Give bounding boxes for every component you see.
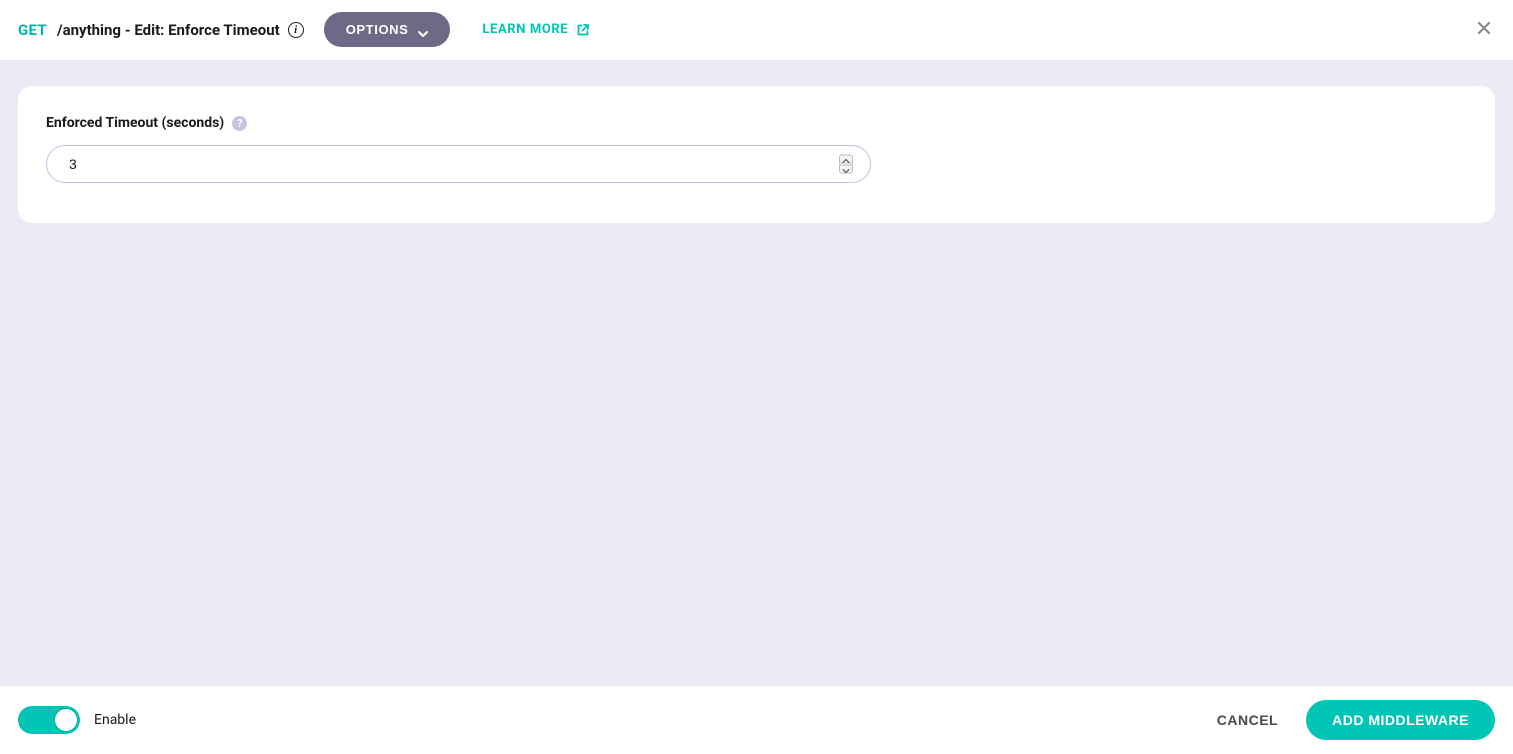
dialog-body: Enforced Timeout (seconds) ? — [0, 60, 1513, 686]
toggle-knob — [55, 709, 77, 731]
timeout-field-label-text: Enforced Timeout (seconds) — [46, 115, 224, 131]
add-middleware-button[interactable]: ADD MIDDLEWARE — [1306, 700, 1495, 740]
chevron-down-icon — [842, 162, 850, 177]
info-icon[interactable]: i — [288, 22, 304, 38]
enable-toggle-label: Enable — [94, 712, 136, 728]
learn-more-label: LEARN MORE — [482, 22, 568, 37]
close-button[interactable] — [1473, 17, 1495, 42]
dialog-title: /anything - Edit: Enforce Timeout — [57, 21, 280, 39]
dialog-footer: Enable CANCEL ADD MIDDLEWARE — [0, 686, 1513, 754]
enable-toggle[interactable] — [18, 706, 80, 734]
settings-card: Enforced Timeout (seconds) ? — [18, 86, 1495, 223]
timeout-field-label: Enforced Timeout (seconds) ? — [46, 115, 247, 131]
timeout-input[interactable] — [46, 145, 871, 183]
http-method-badge: GET — [18, 21, 47, 39]
stepper-down-button[interactable] — [839, 165, 853, 174]
options-button[interactable]: OPTIONS — [324, 12, 451, 47]
cancel-button[interactable]: CANCEL — [1217, 712, 1278, 728]
timeout-stepper — [839, 155, 853, 174]
dialog-header: GET /anything - Edit: Enforce Timeout i … — [0, 0, 1513, 60]
external-link-icon — [576, 23, 590, 37]
options-button-label: OPTIONS — [346, 22, 409, 37]
close-icon — [1477, 23, 1491, 38]
help-icon[interactable]: ? — [232, 116, 247, 131]
timeout-input-wrap — [46, 145, 871, 183]
learn-more-link[interactable]: LEARN MORE — [482, 22, 590, 37]
chevron-down-icon — [418, 25, 428, 35]
